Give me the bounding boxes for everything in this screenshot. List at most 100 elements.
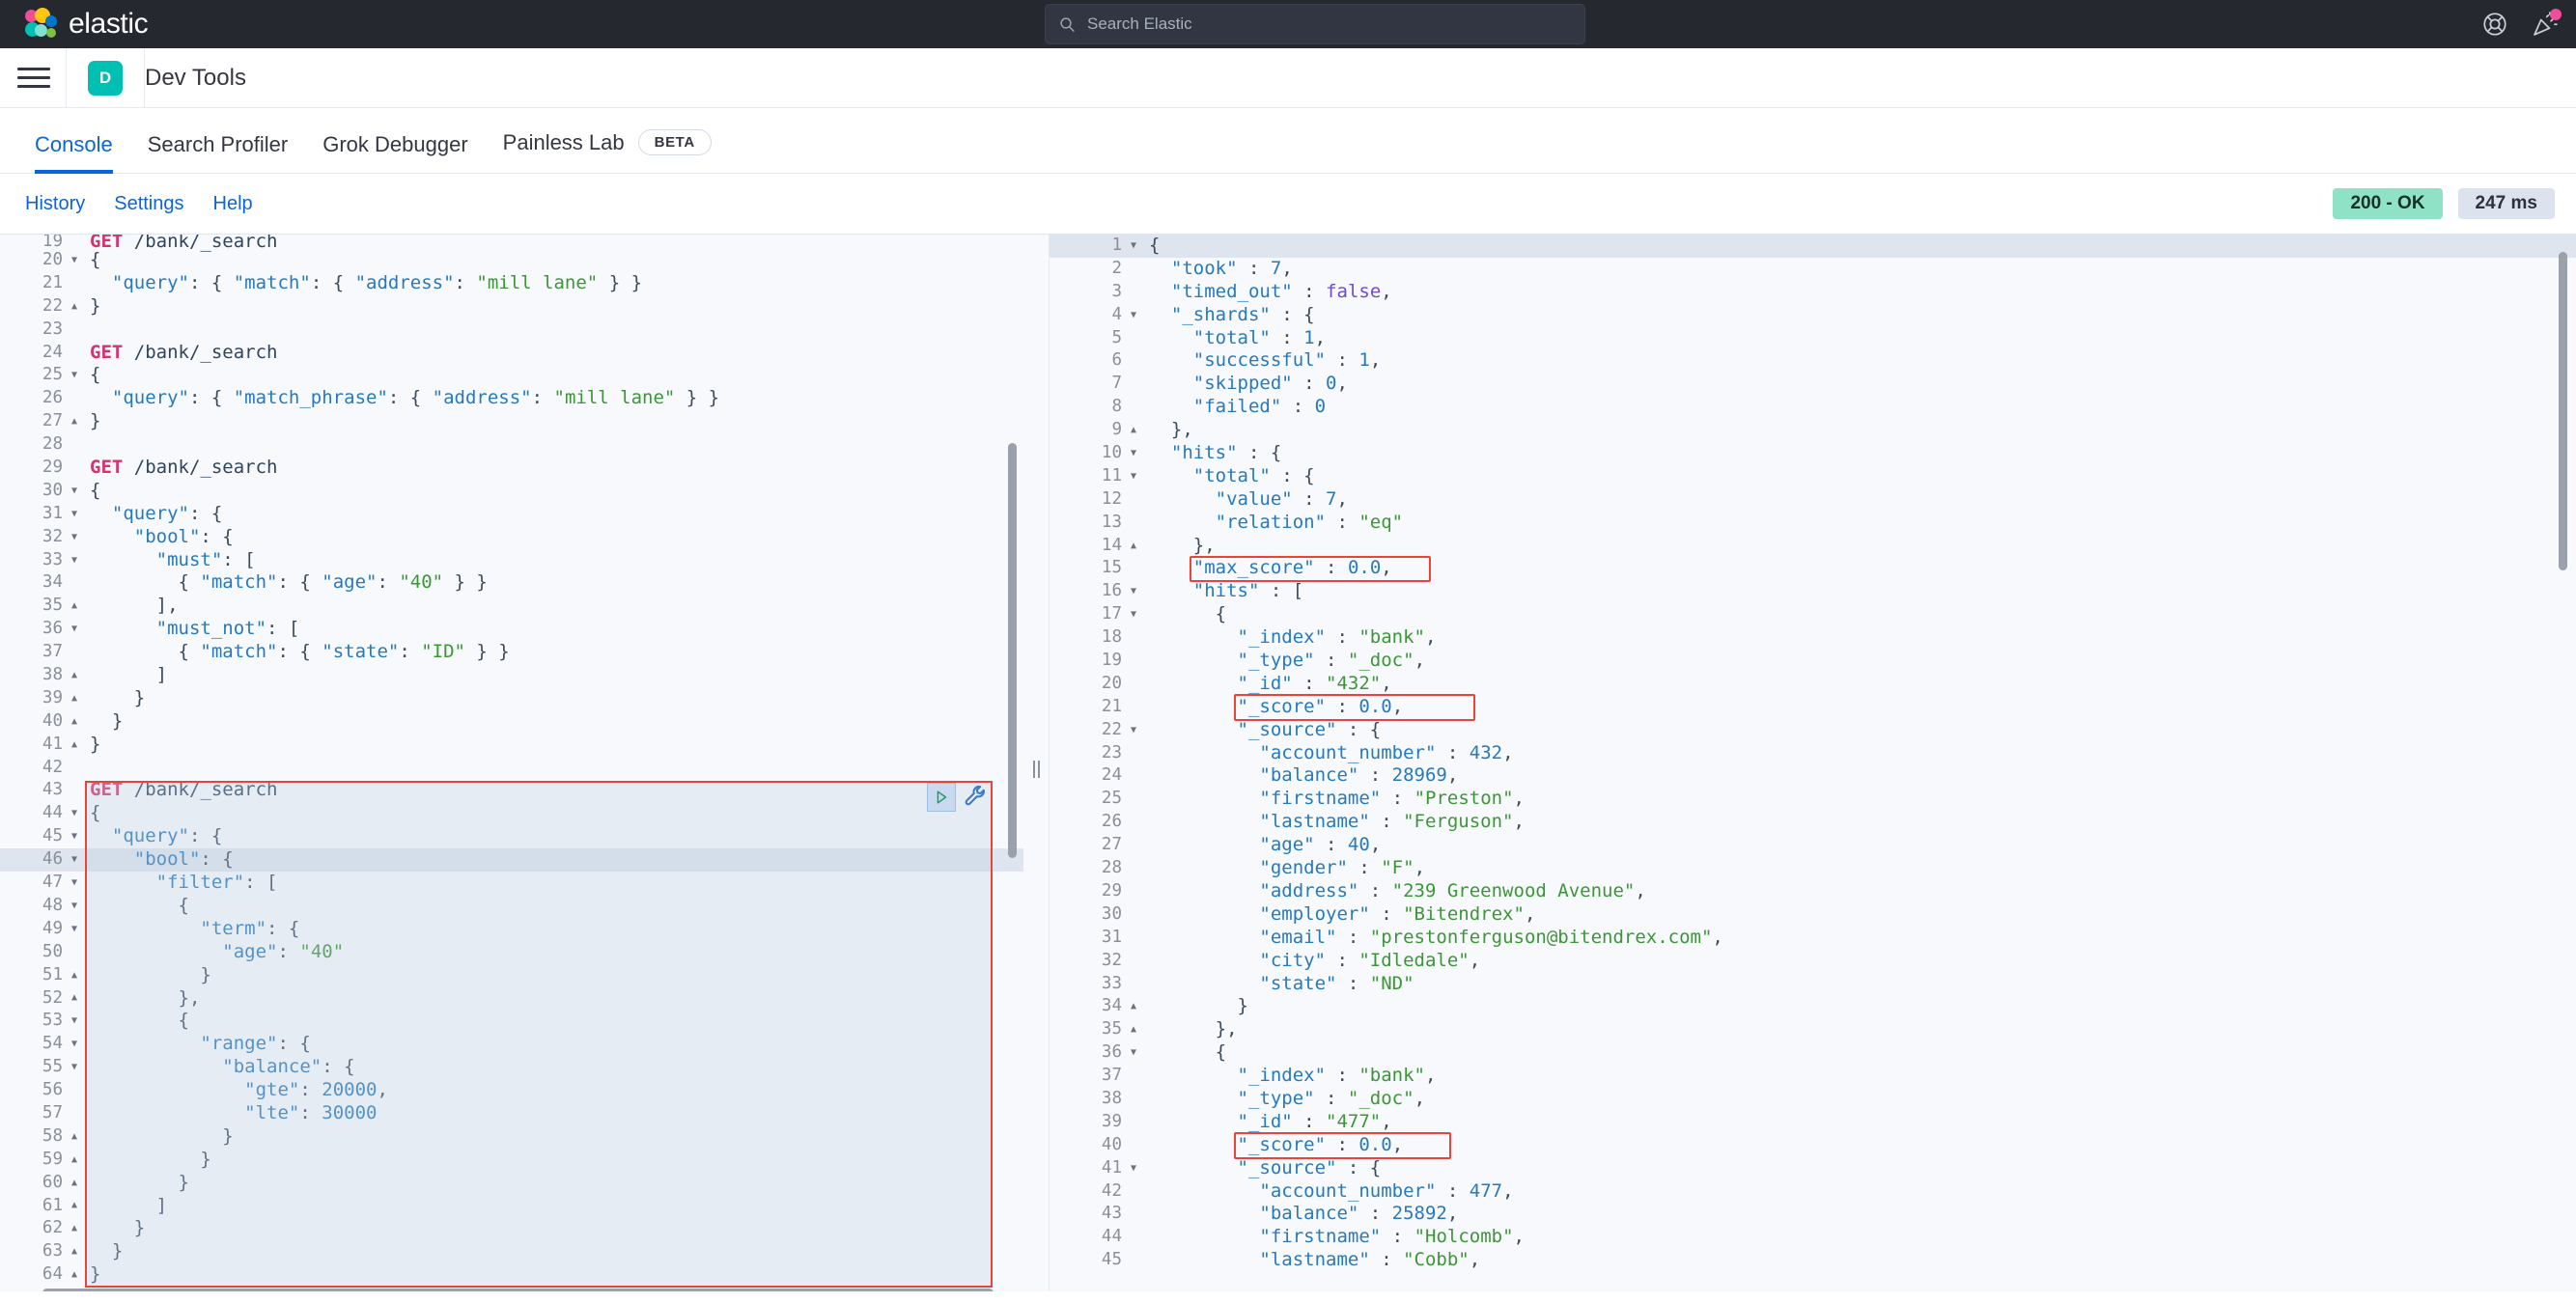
fold-up-icon[interactable]: ▲ bbox=[70, 1201, 84, 1210]
lifebuoy-help-icon[interactable] bbox=[2481, 11, 2508, 38]
line-number: 28 bbox=[1101, 858, 1122, 878]
fold-up-icon[interactable]: ▲ bbox=[70, 1270, 84, 1280]
request-editor-pane[interactable]: 19 GET /bank/_search 20 ▼ {21 "query": { "ma… bbox=[0, 235, 1023, 1303]
line-number: 25 bbox=[42, 365, 63, 385]
fold-down-icon[interactable]: ▼ bbox=[70, 855, 84, 865]
fold-up-icon[interactable]: ▲ bbox=[70, 1178, 84, 1188]
fold-down-icon[interactable]: ▼ bbox=[70, 532, 84, 542]
fold-down-icon[interactable]: ▼ bbox=[70, 877, 84, 888]
hamburger-menu-icon[interactable] bbox=[17, 64, 50, 93]
code-line-text: { bbox=[1215, 1041, 1227, 1064]
fold-down-icon[interactable]: ▼ bbox=[1129, 240, 1143, 251]
fold-up-icon[interactable]: ▲ bbox=[70, 1224, 84, 1234]
line-number: 26 bbox=[1101, 812, 1122, 832]
fold-down-icon[interactable]: ▼ bbox=[1129, 610, 1143, 620]
line-number: 26 bbox=[42, 388, 63, 408]
fold-down-icon[interactable]: ▼ bbox=[1129, 310, 1143, 320]
line-number: 41 bbox=[42, 734, 63, 754]
code-line: 47 ▼ "filter": [ bbox=[0, 872, 1023, 895]
fold-down-icon[interactable]: ▼ bbox=[70, 924, 84, 934]
fold-down-icon[interactable]: ▼ bbox=[70, 901, 84, 911]
fold-down-icon[interactable]: ▼ bbox=[1129, 448, 1143, 458]
line-number: 46 bbox=[42, 849, 63, 870]
fold-down-icon[interactable]: ▼ bbox=[70, 1040, 84, 1049]
code-line-text: GET /bank/_search bbox=[90, 457, 278, 479]
space-avatar[interactable]: D bbox=[88, 60, 123, 96]
fold-down-icon[interactable]: ▼ bbox=[70, 555, 84, 566]
code-line-text: }, bbox=[178, 986, 201, 1009]
help-button[interactable]: Help bbox=[213, 193, 253, 215]
settings-button[interactable]: Settings bbox=[114, 193, 183, 215]
line-number: 21 bbox=[1101, 696, 1122, 716]
code-line-text: { bbox=[1215, 603, 1227, 625]
tab-grok-debugger[interactable]: Grok Debugger bbox=[305, 134, 485, 173]
line-number: 44 bbox=[42, 803, 63, 823]
fold-up-icon[interactable]: ▲ bbox=[70, 601, 84, 611]
wrench-icon[interactable] bbox=[964, 784, 991, 811]
code-line-text: "took" : 7, bbox=[1170, 257, 1293, 279]
fold-up-icon[interactable]: ▲ bbox=[70, 301, 84, 312]
response-viewer-pane[interactable]: 1 ▼{2 "took" : 7, 3 "timed_out" : false, 4 ▼… bbox=[1049, 235, 2576, 1303]
line-number: 49 bbox=[42, 918, 63, 938]
line-number: 33 bbox=[42, 549, 63, 569]
code-line: 63 ▲ } bbox=[0, 1240, 1023, 1263]
code-line: 2 "took" : 7, bbox=[1050, 258, 2576, 281]
line-number: 42 bbox=[42, 757, 63, 777]
code-line-text: } bbox=[133, 1217, 146, 1239]
party-popper-icon[interactable] bbox=[2532, 9, 2562, 38]
fold-up-icon[interactable]: ▲ bbox=[1129, 1002, 1143, 1012]
fold-down-icon[interactable]: ▼ bbox=[1129, 1163, 1143, 1174]
fold-down-icon[interactable]: ▼ bbox=[70, 509, 84, 519]
fold-down-icon[interactable]: ▼ bbox=[70, 1016, 84, 1026]
global-search-bar[interactable]: Search Elastic bbox=[1045, 4, 1585, 44]
fold-up-icon[interactable]: ▲ bbox=[70, 1131, 84, 1142]
fold-up-icon[interactable]: ▲ bbox=[70, 1154, 84, 1165]
fold-down-icon[interactable]: ▼ bbox=[1129, 587, 1143, 596]
code-line-text: "relation" : "eq" bbox=[1215, 511, 1404, 533]
fold-down-icon[interactable]: ▼ bbox=[70, 809, 84, 818]
pane-resize-handle[interactable] bbox=[1023, 235, 1049, 1303]
fold-down-icon[interactable]: ▼ bbox=[70, 485, 84, 496]
fold-down-icon[interactable]: ▼ bbox=[1129, 725, 1143, 735]
elastic-brand[interactable]: elastic bbox=[0, 7, 149, 42]
play-triangle-icon[interactable] bbox=[927, 782, 956, 812]
fold-down-icon[interactable]: ▼ bbox=[70, 1063, 84, 1072]
fold-up-icon[interactable]: ▲ bbox=[70, 417, 84, 427]
fold-down-icon[interactable]: ▼ bbox=[70, 624, 84, 634]
line-number: 55 bbox=[42, 1057, 63, 1077]
fold-up-icon[interactable]: ▲ bbox=[70, 693, 84, 704]
fold-down-icon[interactable]: ▼ bbox=[70, 371, 84, 380]
fold-up-icon[interactable]: ▲ bbox=[70, 670, 84, 680]
tab-console[interactable]: Console bbox=[17, 134, 130, 174]
fold-up-icon[interactable]: ▲ bbox=[1129, 541, 1143, 551]
code-line: 32 ▼ "bool": { bbox=[0, 526, 1023, 549]
response-viewer-scrollbar[interactable] bbox=[2559, 252, 2567, 570]
code-line-text: "timed_out" : false, bbox=[1170, 280, 1392, 302]
code-line-text: "hits" : [ bbox=[1192, 580, 1304, 602]
fold-down-icon[interactable]: ▼ bbox=[70, 255, 84, 265]
code-line: 58 ▲ } bbox=[0, 1125, 1023, 1149]
code-line-text: GET /bank/_search bbox=[90, 779, 278, 801]
tab-painless-lab[interactable]: Painless Lab BETA bbox=[486, 129, 729, 173]
fold-down-icon[interactable]: ▼ bbox=[70, 832, 84, 842]
history-button[interactable]: History bbox=[25, 193, 85, 215]
request-actions bbox=[927, 782, 991, 812]
tab-search-profiler[interactable]: Search Profiler bbox=[130, 134, 306, 173]
fold-up-icon[interactable]: ▲ bbox=[70, 970, 84, 981]
code-line: 18 "_index" : "bank", bbox=[1050, 626, 2576, 650]
request-editor-code[interactable]: 19 GET /bank/_search 20 ▼ {21 "query": { "ma… bbox=[0, 235, 1023, 1287]
fold-up-icon[interactable]: ▲ bbox=[1129, 426, 1143, 435]
code-line-text: "query": { bbox=[111, 502, 223, 524]
request-editor-scrollbar[interactable] bbox=[1008, 443, 1017, 858]
fold-up-icon[interactable]: ▲ bbox=[1129, 1025, 1143, 1035]
fold-up-icon[interactable]: ▲ bbox=[70, 739, 84, 750]
fold-down-icon[interactable]: ▼ bbox=[1129, 1048, 1143, 1058]
code-line-text: { "match": { "state": "ID" } } bbox=[178, 641, 510, 663]
fold-up-icon[interactable]: ▲ bbox=[70, 993, 84, 1003]
line-number: 23 bbox=[42, 319, 63, 339]
fold-down-icon[interactable]: ▼ bbox=[1129, 471, 1143, 482]
line-number: 30 bbox=[1101, 903, 1122, 924]
fold-up-icon[interactable]: ▲ bbox=[70, 716, 84, 727]
fold-up-icon[interactable]: ▲ bbox=[70, 1247, 84, 1257]
code-line: 43 "balance" : 25892, bbox=[1050, 1203, 2576, 1226]
